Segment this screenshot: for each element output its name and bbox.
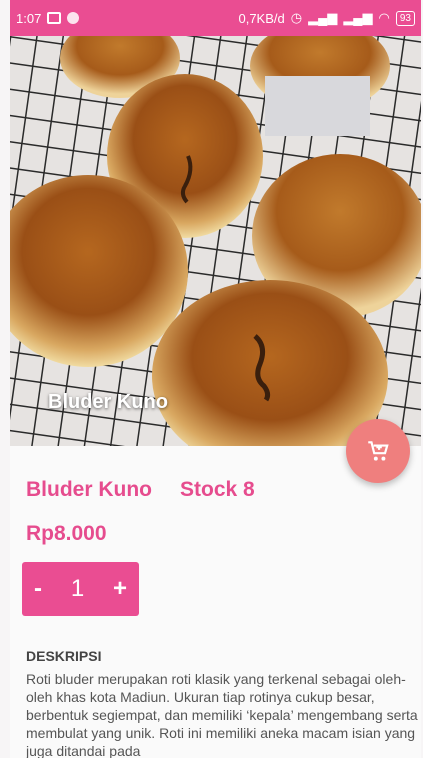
status-time: 1:07 [16, 10, 42, 26]
product-header: Bluder Kuno Stock 8 [26, 478, 255, 502]
increase-button[interactable]: + [113, 575, 127, 603]
wifi-icon: ◠ [378, 10, 390, 25]
product-name: Bluder Kuno [26, 478, 152, 501]
product-price: Rp8.000 [26, 522, 107, 545]
add-to-cart-button[interactable] [346, 419, 410, 483]
app-screen: 1:07 0,7KB/d ◷ ▂▄▆ ▂▄▆ ◠ 93 Bluder Kuno … [10, 0, 421, 758]
signal-icon-2: ▂▄▆ [343, 10, 373, 25]
description-heading: DESKRIPSI [26, 648, 102, 664]
network-speed: 0,7KB/d [238, 10, 285, 26]
product-image: Bluder Kuno [10, 36, 421, 446]
decrease-button[interactable]: - [34, 575, 42, 603]
quantity-value: 1 [70, 575, 85, 602]
cart-icon [368, 441, 389, 461]
bread-photo [10, 36, 421, 446]
status-bar: 1:07 0,7KB/d ◷ ▂▄▆ ▂▄▆ ◠ 93 [10, 0, 421, 36]
gallery-icon [47, 12, 62, 24]
stock-label: Stock 8 [180, 478, 255, 501]
notification-icon [67, 12, 80, 24]
signal-icon: ▂▄▆ [308, 10, 338, 25]
alarm-icon: ◷ [290, 10, 303, 25]
battery-icon: 93 [395, 10, 415, 26]
description-text: Roti bluder merupakan roti klasik yang t… [26, 671, 418, 758]
quantity-stepper: - 1 + [22, 562, 139, 616]
image-caption: Bluder Kuno [48, 391, 168, 413]
